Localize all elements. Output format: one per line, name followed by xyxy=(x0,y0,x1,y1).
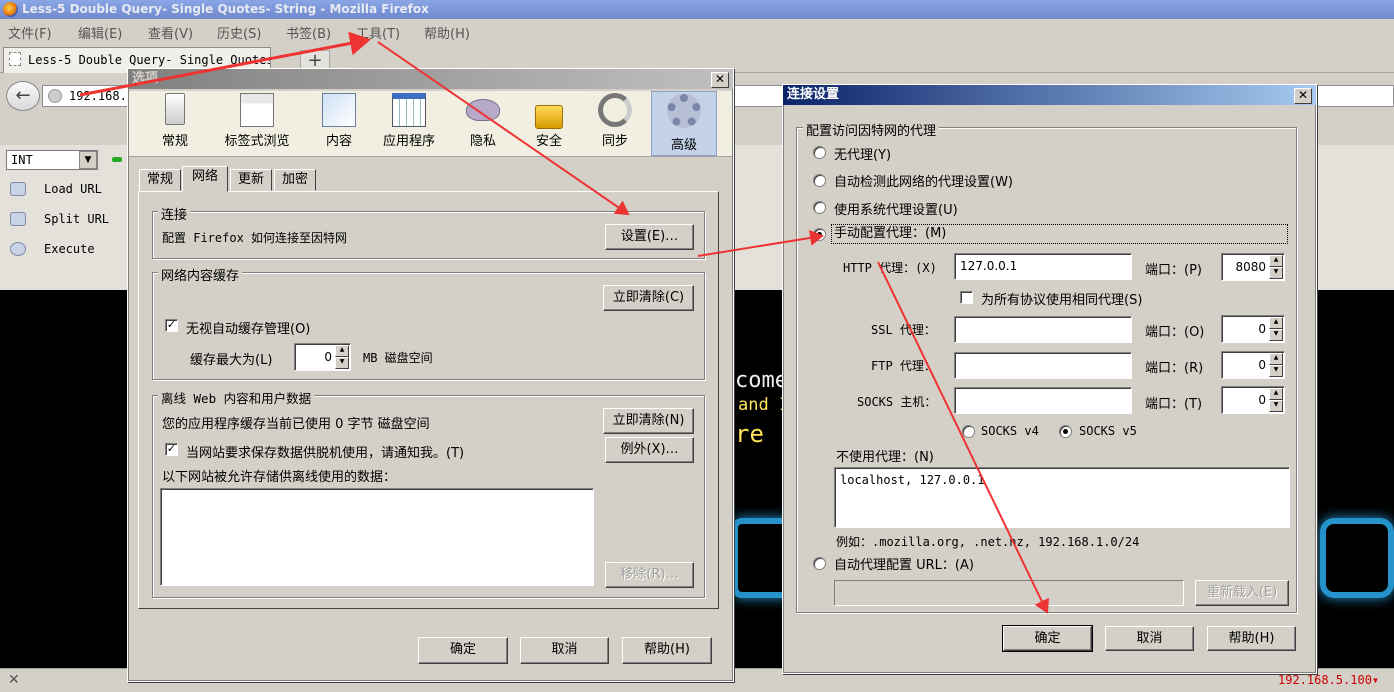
arrow-to-settings-button xyxy=(377,41,630,216)
arrow-to-manual-proxy xyxy=(697,230,824,257)
annotation-overlay xyxy=(79,31,1049,614)
arrow-to-tools-menu xyxy=(79,31,371,97)
tab-network[interactable]: 网络 xyxy=(182,166,228,192)
arrow-to-ok-button xyxy=(877,261,1049,614)
